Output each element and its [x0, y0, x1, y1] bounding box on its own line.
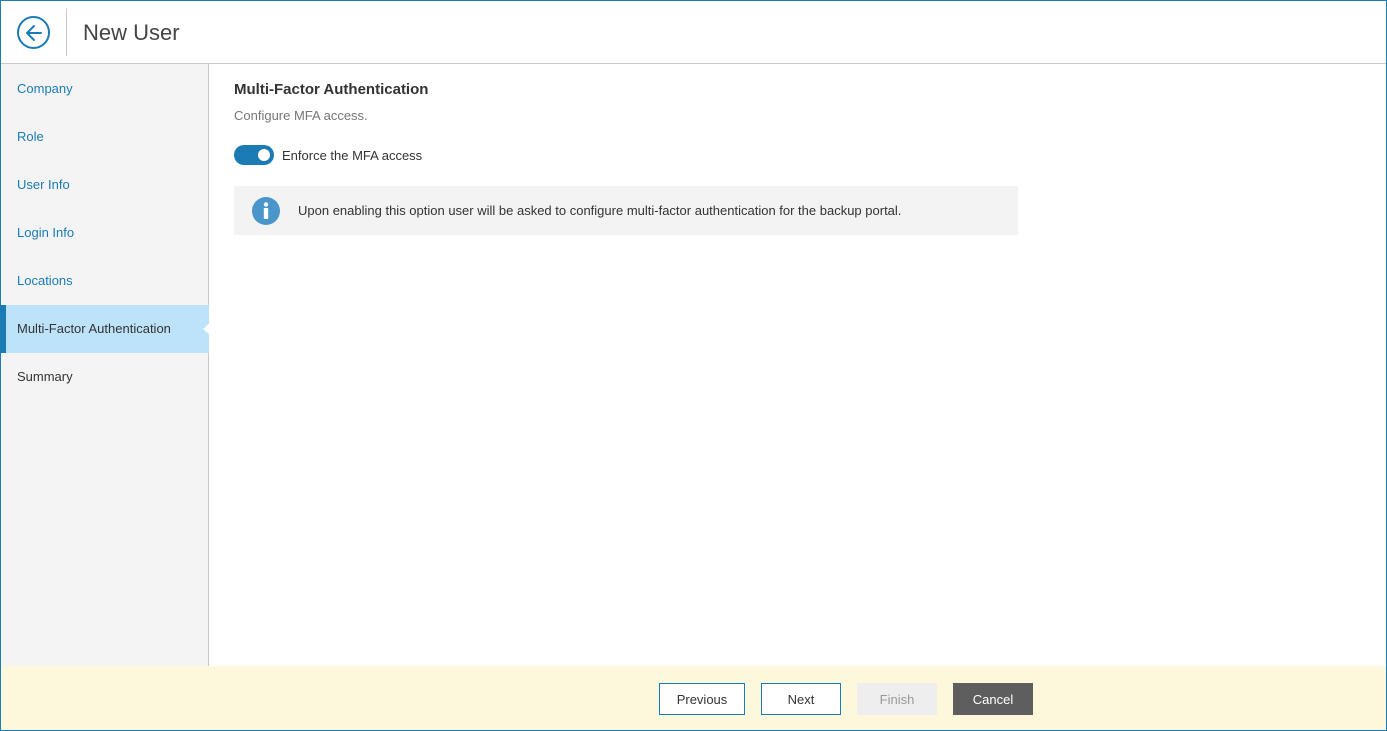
wizard-steps-sidebar: Company Role User Info Login Info Locati…: [1, 64, 210, 666]
main-content: Multi-Factor Authentication Configure MF…: [210, 64, 1386, 666]
mfa-toggle-row: Enforce the MFA access: [234, 145, 422, 165]
toggle-knob: [258, 149, 270, 161]
sidebar-item-summary[interactable]: Summary: [1, 353, 209, 401]
next-button[interactable]: Next: [761, 683, 841, 715]
enforce-mfa-label: Enforce the MFA access: [282, 147, 423, 163]
finish-button[interactable]: Finish: [857, 683, 937, 715]
section-title: Multi-Factor Authentication: [234, 81, 429, 98]
sidebar-item-multi-factor-authentication[interactable]: Multi-Factor Authentication: [1, 305, 210, 353]
cancel-button[interactable]: Cancel: [953, 683, 1033, 715]
header: New User: [1, 1, 1386, 64]
sidebar-item-login-info[interactable]: Login Info: [1, 209, 209, 257]
wizard-window: New User Company Role User Info Login In…: [0, 0, 1387, 731]
info-message: Upon enabling this option user will be a…: [234, 186, 1018, 235]
info-text: Upon enabling this option user will be a…: [298, 203, 902, 218]
enforce-mfa-toggle[interactable]: [234, 145, 274, 165]
header-divider: [66, 9, 67, 56]
page-title: New User: [83, 20, 180, 45]
sidebar-item-role[interactable]: Role: [1, 113, 209, 161]
previous-button[interactable]: Previous: [659, 683, 745, 715]
info-icon: [252, 196, 280, 225]
footer: Previous Next Finish Cancel: [1, 666, 1386, 730]
sidebar-item-company[interactable]: Company: [1, 65, 209, 113]
section-subtitle: Configure MFA access.: [234, 108, 368, 123]
back-button[interactable]: [17, 16, 50, 49]
sidebar-item-locations[interactable]: Locations: [1, 257, 209, 305]
sidebar-item-user-info[interactable]: User Info: [1, 161, 209, 209]
arrow-left-circle-icon: [25, 24, 42, 41]
